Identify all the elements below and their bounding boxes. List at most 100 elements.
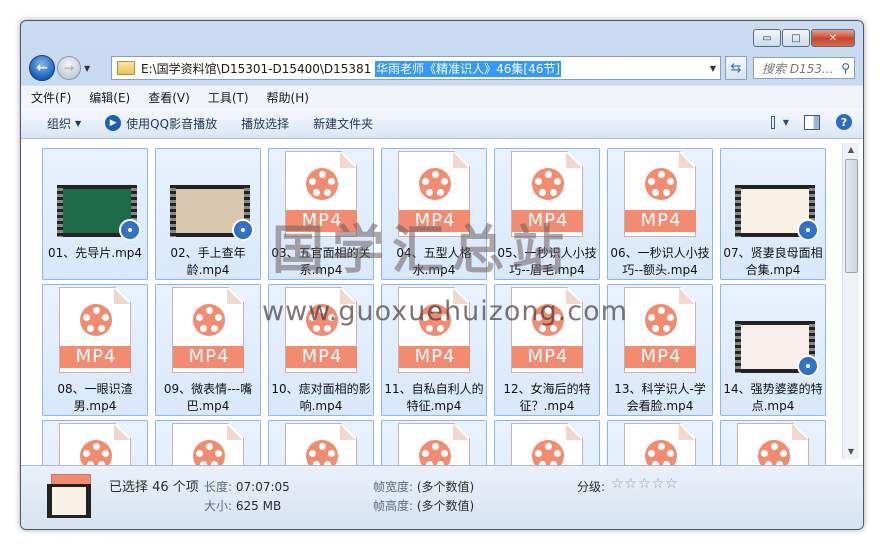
reel-hole xyxy=(539,189,546,196)
menu-tools[interactable]: 工具(T) xyxy=(200,89,257,106)
video-thumbnail-icon xyxy=(57,185,141,241)
file-tile[interactable]: 02、手上查年龄.mp4 xyxy=(155,148,261,280)
minimize-button[interactable]: ▭ xyxy=(753,29,781,47)
video-thumbnail-icon xyxy=(47,484,91,518)
reel-hole xyxy=(441,178,448,185)
reel-hole xyxy=(431,443,439,450)
page-corner xyxy=(340,424,356,440)
file-tile[interactable]: MP4 xyxy=(494,420,600,465)
reel-hole xyxy=(652,189,659,196)
file-name: 07、贤妻良母面相合集.mp4 xyxy=(723,246,823,277)
address-bar[interactable]: E:\国学资料馆\D15301-D15400\D15381 华雨老师《精准识人》… xyxy=(111,56,721,80)
reel-hole xyxy=(431,171,439,178)
reel-hole xyxy=(554,450,561,457)
file-tile[interactable]: MP4 09、微表情---嘴巴.mp4 xyxy=(155,284,261,416)
menu-edit[interactable]: 编辑(E) xyxy=(81,89,138,106)
length-value: 07:07:05 xyxy=(235,480,290,494)
search-input[interactable]: 搜索 D153... ⚲ xyxy=(753,57,855,79)
address-path-selected: 华雨老师《精准识人》46集[46节] xyxy=(375,60,562,77)
scroll-up-icon[interactable]: ▲ xyxy=(843,143,859,157)
file-thumbnail: MP4 xyxy=(59,287,131,373)
new-folder-button[interactable]: 新建文件夹 xyxy=(301,115,385,132)
file-tile[interactable]: MP4 08、一眼识渣男.mp4 xyxy=(42,284,148,416)
mp4-file-icon: MP4 xyxy=(398,423,470,465)
file-tile[interactable]: 01、先导片.mp4 xyxy=(42,148,148,280)
file-tile[interactable]: MP4 06、一秒识人小技巧--额头.mp4 xyxy=(607,148,713,280)
qq-player-icon xyxy=(797,355,819,377)
file-tile[interactable]: 14、强势婆婆的特点.mp4 xyxy=(720,284,826,416)
reel-hole xyxy=(667,314,674,321)
reel-hole xyxy=(211,325,218,332)
address-path-prefix: E:\国学资料馆\D15301-D15400\D15381 xyxy=(141,61,376,76)
rating-stars[interactable]: ☆☆☆☆☆ xyxy=(611,476,679,492)
vertical-scrollbar[interactable]: ▲ ▼ xyxy=(842,143,859,459)
reel-hole xyxy=(98,325,105,332)
chevron-down-icon: ▼ xyxy=(782,117,789,127)
film-reel-icon xyxy=(532,168,564,200)
close-button[interactable]: ✕ xyxy=(811,29,855,47)
reel-hole xyxy=(328,450,335,457)
film-reel-icon xyxy=(532,440,564,465)
reel-hole xyxy=(196,314,203,321)
search-icon[interactable]: ⚲ xyxy=(841,61,850,75)
video-screen xyxy=(52,487,86,515)
video-thumbnail-icon xyxy=(735,321,819,377)
search-placeholder: 搜索 D153... xyxy=(762,61,834,76)
frame-height-row: 帧高度: (多个数值) xyxy=(373,497,474,514)
play-qq-button[interactable]: ▶ 使用QQ影音播放 xyxy=(93,115,229,132)
frame-width-value: (多个数值) xyxy=(416,480,475,494)
file-tile[interactable]: MP4 xyxy=(720,420,826,465)
menu-file[interactable]: 文件(F) xyxy=(23,89,79,106)
maximize-button[interactable]: □ xyxy=(782,29,810,47)
file-tile[interactable]: MP4 xyxy=(268,420,374,465)
reel-hole xyxy=(663,189,670,196)
refresh-button[interactable]: ⇆ xyxy=(725,56,747,80)
page-corner xyxy=(227,424,243,440)
page-corner xyxy=(114,424,130,440)
file-thumbnail: MP4 xyxy=(737,423,809,465)
scrollbar-thumb[interactable] xyxy=(845,159,858,273)
history-dropdown[interactable]: ▼ xyxy=(84,64,94,73)
page-corner xyxy=(679,288,695,304)
chevron-down-icon[interactable]: ▼ xyxy=(710,64,716,73)
forward-button[interactable]: → xyxy=(57,56,81,80)
file-name: 12、女海后的特征？.mp4 xyxy=(503,382,591,413)
file-thumbnail: MP4 xyxy=(398,423,470,465)
reel-hole xyxy=(761,450,768,457)
menu-view[interactable]: 查看(V) xyxy=(140,89,198,106)
preview-pane-button[interactable] xyxy=(803,114,821,130)
scroll-down-icon[interactable]: ▼ xyxy=(843,445,859,459)
film-reel-icon xyxy=(80,304,112,336)
mp4-file-icon: MP4 xyxy=(624,151,696,237)
mp4-file-icon: MP4 xyxy=(59,423,131,465)
refresh-icon: ⇆ xyxy=(730,60,742,76)
film-reel-icon xyxy=(645,304,677,336)
file-tile[interactable]: 07、贤妻良母面相合集.mp4 xyxy=(720,148,826,280)
mp4-label: MP4 xyxy=(286,346,357,368)
change-view-button[interactable]: ▼ xyxy=(771,114,789,130)
help-icon: ? xyxy=(836,114,852,130)
qq-player-icon: ▶ xyxy=(105,115,122,131)
file-tile[interactable]: MP4 xyxy=(155,420,261,465)
file-name: 10、痣对面相的影响.mp4 xyxy=(271,382,371,413)
arrow-right-icon: → xyxy=(63,61,75,75)
file-thumbnail: MP4 xyxy=(59,423,131,465)
page-corner xyxy=(679,152,695,168)
reel-hole xyxy=(205,443,213,450)
film-reel-icon xyxy=(306,168,338,200)
organize-button[interactable]: 组织 ▼ xyxy=(35,115,93,132)
back-button[interactable]: ← xyxy=(29,55,55,81)
reel-hole xyxy=(328,178,335,185)
mp4-file-icon: MP4 xyxy=(737,423,809,465)
file-tile[interactable]: MP4 xyxy=(607,420,713,465)
window-controls: ▭ □ ✕ xyxy=(752,29,855,47)
play-selection-button[interactable]: 播放选择 xyxy=(229,115,301,132)
frame-height-key: 帧高度: xyxy=(373,499,414,513)
file-tile[interactable]: MP4 xyxy=(42,420,148,465)
film-reel-icon xyxy=(758,440,790,465)
menu-help[interactable]: 帮助(H) xyxy=(259,89,317,106)
reel-hole xyxy=(652,325,659,332)
reel-hole xyxy=(770,443,778,450)
file-tile[interactable]: MP4 xyxy=(381,420,487,465)
help-button[interactable]: ? xyxy=(835,114,853,130)
